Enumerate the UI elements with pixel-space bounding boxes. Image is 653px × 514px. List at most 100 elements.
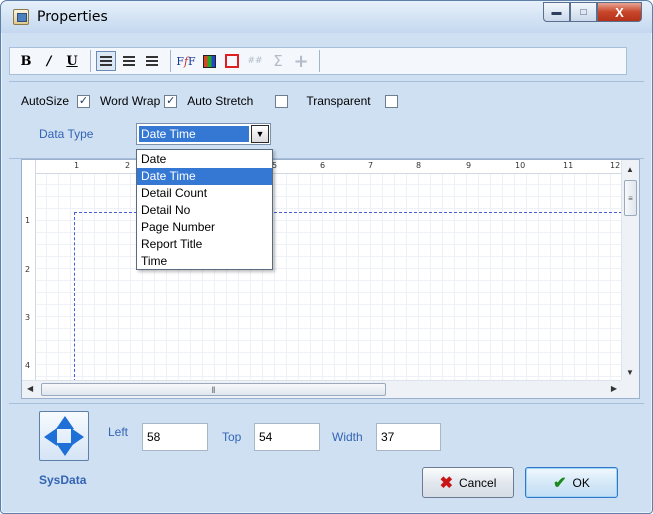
- arrow-left-icon[interactable]: [44, 428, 57, 446]
- autosize-label: AutoSize: [21, 94, 70, 108]
- options-row: AutoSize ✓ Word Wrap ✓ Auto Stretch Tran…: [21, 94, 408, 108]
- horizontal-scrollbar[interactable]: ◀ ‖ ▶: [22, 380, 622, 398]
- color-grid-icon: [202, 54, 216, 68]
- autosize-checkbox[interactable]: ✓: [77, 94, 91, 108]
- dropdown-option-detail-count[interactable]: Detail Count: [137, 185, 272, 202]
- align-left-button[interactable]: [96, 51, 116, 71]
- dropdown-option-time[interactable]: Time: [137, 253, 272, 270]
- datatype-select[interactable]: Date Time ▼: [136, 123, 271, 145]
- ruler-tick: 4: [25, 361, 31, 370]
- top-input[interactable]: 54: [254, 423, 320, 451]
- toolbar-separator: [170, 50, 171, 72]
- maximize-icon: □: [580, 6, 587, 18]
- close-button[interactable]: X: [597, 2, 642, 22]
- italic-icon: ∕: [46, 53, 52, 69]
- format-toolbar: B ∕ U FfF ## Σ +: [9, 47, 627, 75]
- border-button[interactable]: [222, 51, 242, 71]
- wordwrap-label: Word Wrap: [100, 94, 161, 108]
- chevron-down-icon: ▼: [255, 129, 265, 139]
- underline-button[interactable]: U: [62, 51, 82, 71]
- dropdown-option-date-time[interactable]: Date Time: [137, 168, 272, 185]
- dropdown-option-report-title[interactable]: Report Title: [137, 236, 272, 253]
- cancel-button-label: Cancel: [459, 475, 497, 490]
- close-icon: X: [615, 4, 624, 20]
- format-number-button[interactable]: ##: [245, 51, 265, 71]
- align-center-icon: [123, 56, 135, 66]
- ok-button-label: OK: [572, 475, 590, 490]
- font-icon: FfF: [176, 54, 196, 68]
- autostretch-label: Auto Stretch: [187, 94, 254, 108]
- left-input[interactable]: 58: [142, 423, 208, 451]
- scroll-left-icon[interactable]: ◀: [27, 384, 33, 393]
- app-icon: [13, 9, 29, 25]
- maximize-button[interactable]: □: [570, 2, 597, 22]
- move-control[interactable]: [39, 411, 89, 461]
- transparent-label: Transparent: [306, 94, 371, 108]
- datatype-dropdown-list[interactable]: Date Date Time Detail Count Detail No Pa…: [136, 149, 273, 270]
- align-center-button[interactable]: [119, 51, 139, 71]
- plus-icon: +: [293, 50, 309, 72]
- color-button[interactable]: [199, 51, 219, 71]
- ruler-tick: 9: [466, 161, 472, 170]
- scroll-down-icon[interactable]: ▼: [626, 368, 634, 377]
- add-button[interactable]: +: [291, 50, 311, 72]
- design-canvas[interactable]: 1 2 3 4 5 6 7 8 9 10 11 12 1 2 3 4 ▲ ≡ ▼…: [21, 159, 640, 399]
- toolbar-separator: [90, 50, 91, 72]
- left-label: Left: [108, 425, 129, 439]
- ruler-tick: 10: [515, 161, 526, 170]
- vertical-scrollbar[interactable]: ▲ ≡ ▼: [621, 160, 639, 382]
- arrow-right-icon[interactable]: [71, 428, 84, 446]
- properties-panel: AutoSize ✓ Word Wrap ✓ Auto Stretch Tran…: [9, 81, 644, 159]
- ruler-tick: 8: [416, 161, 422, 170]
- ok-check-icon: ✔: [553, 474, 567, 492]
- ruler-left: 1 2 3 4: [22, 160, 36, 382]
- dropdown-option-page-number[interactable]: Page Number: [137, 219, 272, 236]
- ruler-tick: 11: [563, 161, 574, 170]
- wordwrap-checkbox[interactable]: ✓: [164, 94, 178, 108]
- vertical-scroll-thumb[interactable]: ≡: [624, 180, 637, 216]
- ok-button[interactable]: ✔ OK: [525, 467, 618, 498]
- scroll-corner: [621, 380, 639, 398]
- italic-button[interactable]: ∕: [39, 51, 59, 71]
- canvas-grid: [22, 160, 622, 382]
- dropdown-option-detail-no[interactable]: Detail No: [137, 202, 272, 219]
- dropdown-button[interactable]: ▼: [251, 125, 269, 143]
- properties-dialog: Properties ▬ □ X B ∕ U FfF ## Σ + AutoSi…: [0, 0, 653, 514]
- scroll-up-icon[interactable]: ▲: [626, 165, 634, 174]
- autostretch-checkbox[interactable]: [275, 94, 289, 108]
- ruler-tick: 1: [74, 161, 80, 170]
- brand-label: SysData: [39, 473, 87, 487]
- ruler-tick: 6: [320, 161, 326, 170]
- bold-icon: B: [20, 53, 32, 69]
- minimize-icon: ▬: [551, 6, 562, 18]
- ruler-tick: 12: [610, 161, 621, 170]
- ruler-top: 1 2 3 4 5 6 7 8 9 10 11 12: [22, 160, 622, 174]
- sum-icon: Σ: [273, 52, 283, 70]
- datatype-label: Data Type: [39, 127, 94, 141]
- sum-button[interactable]: Σ: [268, 51, 288, 71]
- title-bar[interactable]: Properties ▬ □ X: [1, 1, 652, 33]
- toolbar-separator: [319, 50, 320, 72]
- dropdown-option-date[interactable]: Date: [137, 151, 272, 168]
- align-right-icon: [146, 56, 158, 66]
- top-label: Top: [222, 430, 242, 444]
- transparent-checkbox[interactable]: [384, 94, 398, 108]
- window-title: Properties: [37, 9, 108, 25]
- ruler-tick: 1: [25, 216, 31, 225]
- datatype-value: Date Time: [139, 126, 249, 142]
- cancel-button[interactable]: ✖ Cancel: [422, 467, 514, 498]
- width-input[interactable]: 37: [376, 423, 441, 451]
- ruler-tick: 7: [368, 161, 374, 170]
- footer-divider: [9, 403, 644, 404]
- cancel-x-icon: ✖: [439, 474, 454, 492]
- border-rect-icon: [225, 54, 239, 68]
- bold-button[interactable]: B: [16, 51, 36, 71]
- ruler-tick: 2: [125, 161, 131, 170]
- scroll-right-icon[interactable]: ▶: [611, 384, 617, 393]
- minimize-button[interactable]: ▬: [543, 2, 570, 22]
- horizontal-scroll-thumb[interactable]: ‖: [41, 383, 386, 396]
- underline-icon: U: [66, 53, 78, 69]
- align-right-button[interactable]: [142, 51, 162, 71]
- ruler-tick: 2: [25, 265, 31, 274]
- font-button[interactable]: FfF: [176, 51, 196, 71]
